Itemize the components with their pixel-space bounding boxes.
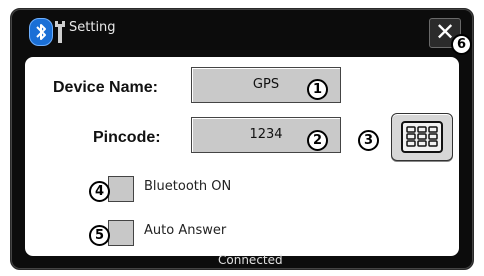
bluetooth-on-label: Bluetooth ON	[144, 179, 232, 194]
auto-answer-checkbox[interactable]	[108, 220, 134, 246]
callout-3: 3	[358, 130, 379, 151]
title-bar: Setting ✕ 6	[11, 9, 473, 55]
auto-answer-label: Auto Answer	[144, 223, 227, 238]
window-title: Setting	[69, 20, 116, 35]
keypad-button[interactable]	[391, 113, 453, 161]
settings-window: Setting ✕ 6 Device Name: GPS 1 Pincode: …	[10, 8, 474, 270]
callout-4: 4	[89, 181, 110, 202]
keypad-icon	[401, 121, 443, 153]
callout-5: 5	[89, 225, 110, 246]
device-name-label: Device Name:	[53, 79, 158, 96]
bluetooth-icon	[29, 18, 53, 46]
wrench-icon	[53, 19, 67, 45]
status-bar: Connected	[0, 250, 484, 270]
callout-6: 6	[451, 34, 472, 55]
connection-status: Connected	[218, 253, 283, 267]
pincode-label: Pincode:	[93, 129, 161, 146]
callout-2: 2	[307, 130, 328, 151]
callout-1: 1	[307, 79, 328, 100]
app-frame: Setting ✕ 6 Device Name: GPS 1 Pincode: …	[0, 0, 484, 276]
bluetooth-on-checkbox[interactable]	[108, 176, 134, 202]
